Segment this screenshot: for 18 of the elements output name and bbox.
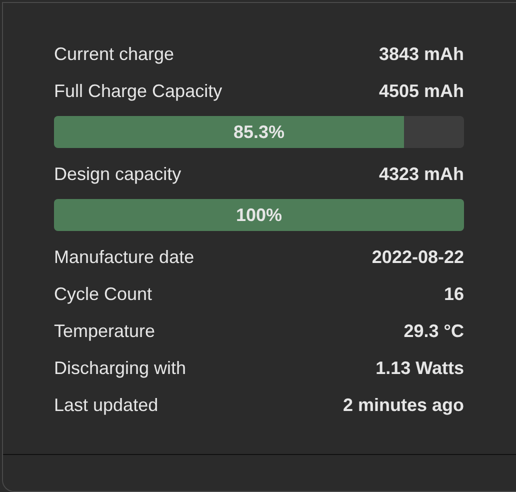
info-label: Current charge bbox=[54, 44, 174, 65]
info-value: 3843 mAh bbox=[378, 44, 464, 65]
progress-label: 100% bbox=[236, 204, 282, 226]
info-value: 4505 mAh bbox=[378, 81, 464, 102]
info-value: 4323 mAh bbox=[378, 164, 464, 185]
progress-label: 85.3% bbox=[233, 122, 285, 142]
info-value: 2 minutes ago bbox=[342, 395, 464, 416]
info-label: Design capacity bbox=[54, 164, 182, 185]
info-label: Manufacture date bbox=[54, 247, 194, 268]
info-label: Discharging with bbox=[54, 358, 186, 379]
info-label: Full Charge Capacity bbox=[54, 81, 222, 102]
info-value: 29.3 °C bbox=[404, 321, 464, 342]
info-value: 2022-08-22 bbox=[372, 247, 464, 268]
info-value: 16 bbox=[444, 284, 464, 305]
info-label: Temperature bbox=[54, 321, 156, 342]
info-label: Last updated bbox=[54, 395, 158, 416]
info-value: 1.13 Watts bbox=[376, 358, 464, 379]
info-label: Cycle Count bbox=[54, 284, 152, 305]
